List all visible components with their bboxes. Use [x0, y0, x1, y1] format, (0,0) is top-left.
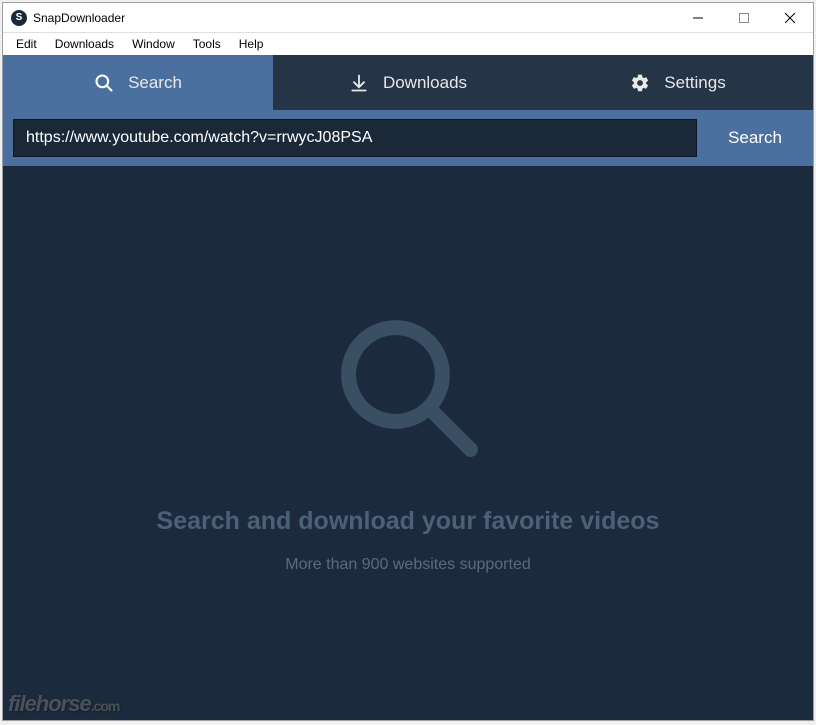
- menu-window[interactable]: Window: [123, 35, 184, 53]
- magnifier-icon: [333, 312, 483, 467]
- menu-downloads[interactable]: Downloads: [46, 35, 123, 53]
- watermark-name: filehorse: [8, 691, 91, 716]
- tab-settings-label: Settings: [664, 73, 725, 93]
- tab-settings[interactable]: Settings: [543, 55, 813, 110]
- app-icon: S: [11, 10, 27, 26]
- minimize-button[interactable]: [675, 3, 721, 33]
- watermark-ext: .com: [91, 698, 120, 714]
- tab-downloads-label: Downloads: [383, 73, 467, 93]
- watermark: filehorse.com: [8, 691, 119, 717]
- tab-search[interactable]: Search: [3, 55, 273, 110]
- url-input[interactable]: [13, 119, 697, 157]
- app-window: S SnapDownloader Edit Downloads Window T…: [2, 2, 814, 721]
- hero-title: Search and download your favorite videos: [157, 507, 660, 536]
- gear-icon: [630, 73, 650, 93]
- main-area: Search and download your favorite videos…: [3, 166, 813, 720]
- window-title: SnapDownloader: [33, 11, 125, 25]
- close-button[interactable]: [767, 3, 813, 33]
- tab-bar: Search Downloads Settings: [3, 55, 813, 110]
- hero-subtitle: More than 900 websites supported: [285, 556, 530, 574]
- menu-help[interactable]: Help: [230, 35, 273, 53]
- search-row: Search: [3, 110, 813, 166]
- maximize-button[interactable]: [721, 3, 767, 33]
- tab-search-label: Search: [128, 73, 182, 93]
- app-body: Search Downloads Settings: [3, 55, 813, 720]
- menu-edit[interactable]: Edit: [7, 35, 46, 53]
- search-button[interactable]: Search: [697, 110, 813, 166]
- menu-tools[interactable]: Tools: [184, 35, 230, 53]
- titlebar: S SnapDownloader: [3, 3, 813, 33]
- window-controls: [675, 3, 813, 33]
- menubar: Edit Downloads Window Tools Help: [3, 33, 813, 55]
- download-icon: [349, 73, 369, 93]
- search-icon: [94, 73, 114, 93]
- tab-downloads[interactable]: Downloads: [273, 55, 543, 110]
